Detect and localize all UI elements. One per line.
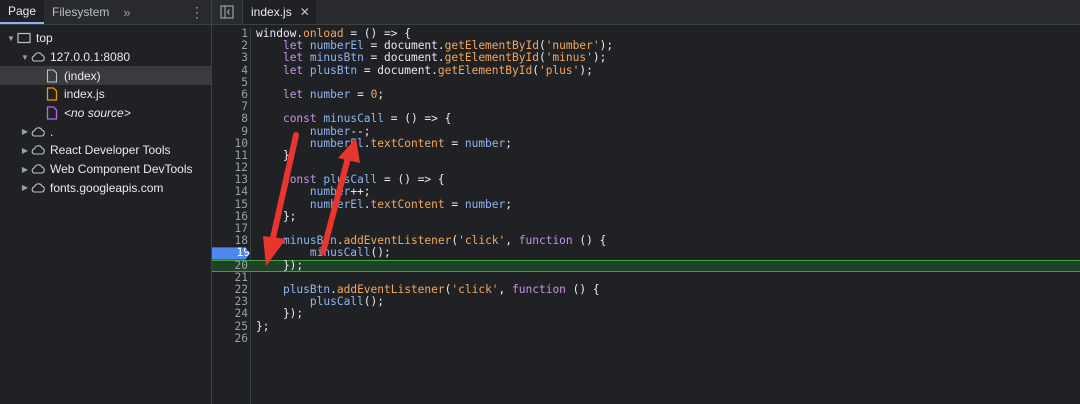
cloud-icon [30, 181, 46, 195]
cloud-icon [30, 50, 46, 64]
tree-item-label: Web Component DevTools [50, 162, 193, 177]
code-line[interactable]: 25}; [212, 319, 1080, 333]
tree-item[interactable]: ▼ 127.0.0.1:8080 [0, 48, 211, 67]
file-tab-label: index.js [251, 5, 292, 19]
triangle-down-icon[interactable]: ▼ [20, 53, 30, 62]
tree-item[interactable]: index.js [0, 85, 211, 104]
tree-item-label: <no source> [64, 106, 131, 121]
cloud-icon [30, 162, 46, 176]
code-text: }); [256, 258, 304, 272]
code-line[interactable]: 4 let plusBtn = document.getElementById(… [212, 63, 1080, 77]
tree-item-label: (index) [64, 68, 101, 83]
js-file-icon [44, 87, 60, 102]
line-number[interactable]: 15 [212, 198, 248, 211]
line-number[interactable]: 4 [212, 64, 248, 77]
line-number[interactable]: 20 [212, 259, 248, 270]
tree-item-label: top [36, 31, 53, 46]
navigator-panel: Page Filesystem » ⋮ ▼ top ▼ 127.0.0.1:8080 (… [0, 0, 212, 404]
tree-item[interactable]: ▼ top [0, 29, 211, 48]
tree-item[interactable]: <no source> [0, 104, 211, 123]
tree-item[interactable]: ▶ fonts.googleapis.com [0, 179, 211, 198]
code-text: const minusCall = () => { [282, 112, 452, 126]
code-text: let plusBtn = document.getElementById('p… [282, 63, 593, 77]
line-number[interactable]: 9 [212, 125, 248, 138]
code-line[interactable]: 10 numberEl.textContent = number; [212, 137, 1080, 150]
close-icon[interactable]: ✕ [300, 5, 310, 19]
tree-item[interactable]: ▶ React Developer Tools [0, 141, 211, 160]
current-execution-line[interactable]: 20 }); [212, 258, 1080, 272]
line-number[interactable]: 14 [212, 186, 248, 198]
code-line[interactable]: 19 minusCall(); [212, 246, 1080, 260]
tab-filesystem[interactable]: Filesystem [44, 0, 117, 24]
tree-item[interactable]: ▶. [0, 122, 211, 141]
triangle-right-icon[interactable]: ▶ [20, 146, 30, 155]
frame-icon [16, 31, 32, 45]
toggle-navigator-icon[interactable] [212, 0, 243, 24]
cloud-icon [30, 125, 46, 139]
editor-tabs: index.js ✕ [212, 0, 1080, 25]
file-tree: ▼ top ▼ 127.0.0.1:8080 (index) index.js <no so… [0, 25, 211, 197]
code-line[interactable]: 16 }; [212, 209, 1080, 223]
kebab-menu-icon[interactable]: ⋮ [190, 4, 204, 21]
triangle-right-icon[interactable]: ▶ [20, 127, 30, 136]
code-text: }); [256, 307, 304, 321]
tree-item-label: React Developer Tools [50, 143, 171, 158]
triangle-right-icon[interactable]: ▶ [20, 165, 30, 174]
line-number[interactable]: 24 [212, 308, 248, 320]
cloud-icon [30, 143, 46, 157]
tree-item-label: index.js [64, 87, 105, 102]
line-number[interactable]: 26 [212, 332, 248, 345]
navigator-tabs: Page Filesystem » ⋮ [0, 0, 211, 25]
tab-page[interactable]: Page [0, 0, 45, 24]
tree-item-label: fonts.googleapis.com [50, 180, 164, 195]
tree-item[interactable]: ▶ Web Component DevTools [0, 160, 211, 179]
breakpoint-marker[interactable]: 19 [212, 247, 250, 260]
code-area[interactable]: 1 window.onload = () => {2 let numberEl =… [212, 27, 1080, 345]
triangle-right-icon[interactable]: ▶ [20, 183, 30, 192]
code-line[interactable]: 24 }); [212, 308, 1080, 320]
line-number[interactable]: 18 [212, 234, 248, 247]
code-line[interactable]: 15 numberEl.textContent = number; [212, 197, 1080, 211]
code-line[interactable]: 23 plusCall(); [212, 295, 1080, 308]
snippet-file-icon [44, 106, 60, 120]
code-text: minusCall(); [309, 246, 391, 260]
source-editor: index.js ✕ 1 window.onload = () => {2 let… [212, 0, 1080, 404]
line-number[interactable]: 8 [212, 113, 248, 125]
code-line[interactable]: 6 let number = 0; [212, 87, 1080, 101]
line-number[interactable]: 3 [212, 52, 248, 64]
code-text: numberEl.textContent = number; [309, 197, 513, 211]
code-text: }; [256, 148, 297, 162]
code-line[interactable]: 26 [212, 332, 1080, 345]
code-line[interactable]: 11 }; [212, 148, 1080, 162]
tab-index-js[interactable]: index.js ✕ [243, 0, 316, 24]
more-tabs-icon[interactable]: » [117, 5, 136, 20]
tree-item-label: . [50, 124, 54, 139]
file-icon [44, 69, 60, 83]
tree-item-label: 127.0.0.1:8080 [50, 50, 131, 65]
code-text: }; [256, 209, 297, 223]
triangle-down-icon[interactable]: ▼ [6, 34, 16, 43]
code-text: let number = 0; [282, 87, 385, 101]
tree-item[interactable]: (index) [0, 66, 211, 86]
code-text: }; [256, 319, 270, 333]
line-number[interactable]: 25 [212, 320, 248, 333]
